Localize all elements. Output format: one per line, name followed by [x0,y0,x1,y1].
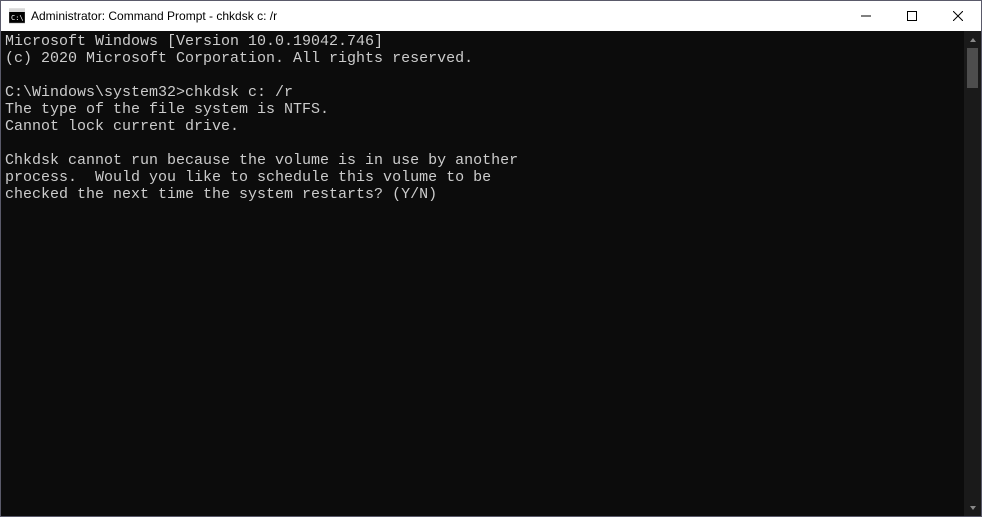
svg-text:C:\: C:\ [11,14,24,22]
terminal-line: (c) 2020 Microsoft Corporation. All righ… [5,50,960,67]
window-title: Administrator: Command Prompt - chkdsk c… [31,9,843,23]
close-button[interactable] [935,1,981,31]
terminal-line [5,67,960,84]
content-area: Microsoft Windows [Version 10.0.19042.74… [1,31,981,516]
vertical-scrollbar[interactable] [964,31,981,516]
terminal-line: process. Would you like to schedule this… [5,169,960,186]
terminal-line: The type of the file system is NTFS. [5,101,960,118]
terminal-line [5,135,960,152]
command-prompt-window: C:\ Administrator: Command Prompt - chkd… [0,0,982,517]
window-controls [843,1,981,31]
terminal-output[interactable]: Microsoft Windows [Version 10.0.19042.74… [1,31,964,516]
maximize-button[interactable] [889,1,935,31]
app-icon: C:\ [9,8,25,24]
scroll-down-button[interactable] [964,499,981,516]
scroll-up-button[interactable] [964,31,981,48]
terminal-line: Cannot lock current drive. [5,118,960,135]
minimize-button[interactable] [843,1,889,31]
terminal-line: checked the next time the system restart… [5,186,960,203]
scrollbar-thumb[interactable] [967,48,978,88]
titlebar[interactable]: C:\ Administrator: Command Prompt - chkd… [1,1,981,31]
terminal-line: Microsoft Windows [Version 10.0.19042.74… [5,33,960,50]
terminal-line: C:\Windows\system32>chkdsk c: /r [5,84,960,101]
terminal-line: Chkdsk cannot run because the volume is … [5,152,960,169]
